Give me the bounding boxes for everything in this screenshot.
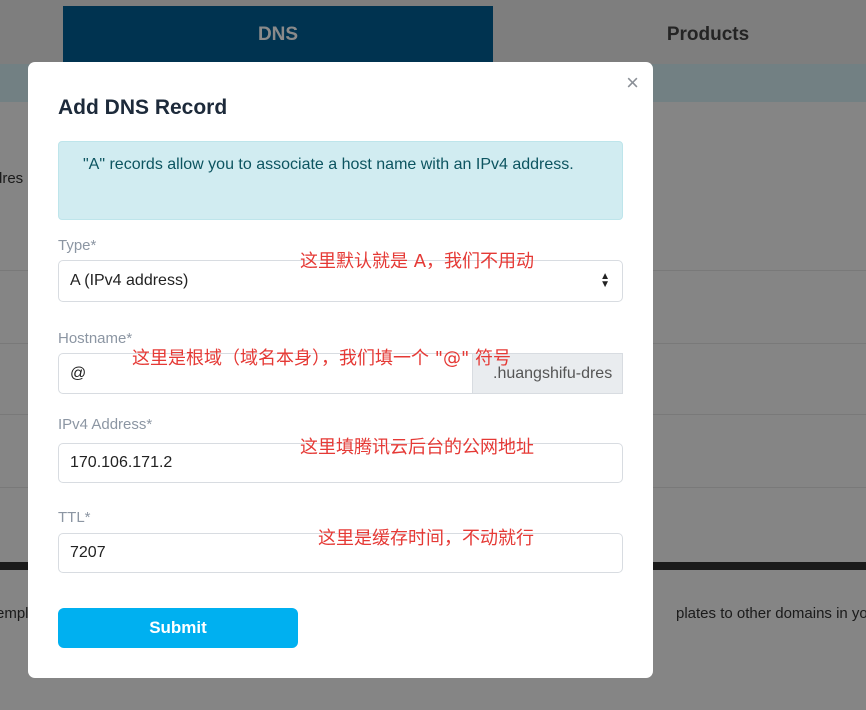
annotation-type: 这里默认就是 A，我们不用动: [300, 251, 535, 272]
annotation-hostname: 这里是根域（域名本身），我们填一个 "@" 符号: [132, 348, 511, 369]
select-arrows-icon: ▲ ▼: [600, 271, 610, 290]
ipv4-label: IPv4 Address*: [58, 416, 153, 433]
modal-title: Add DNS Record: [58, 96, 228, 119]
type-select-value: A (IPv4 address): [70, 272, 189, 289]
info-alert: "A" records allow you to associate a hos…: [58, 141, 623, 220]
ttl-label: TTL*: [58, 509, 91, 526]
close-icon[interactable]: ×: [626, 72, 639, 94]
annotation-ttl: 这里是缓存时间，不动就行: [318, 528, 534, 549]
submit-button[interactable]: Submit: [58, 608, 298, 648]
hostname-label: Hostname*: [58, 330, 133, 347]
annotation-ipv4: 这里填腾讯云后台的公网地址: [300, 437, 534, 458]
type-label: Type*: [58, 237, 97, 254]
add-dns-record-modal: × Add DNS Record "A" records allow you t…: [28, 62, 653, 678]
